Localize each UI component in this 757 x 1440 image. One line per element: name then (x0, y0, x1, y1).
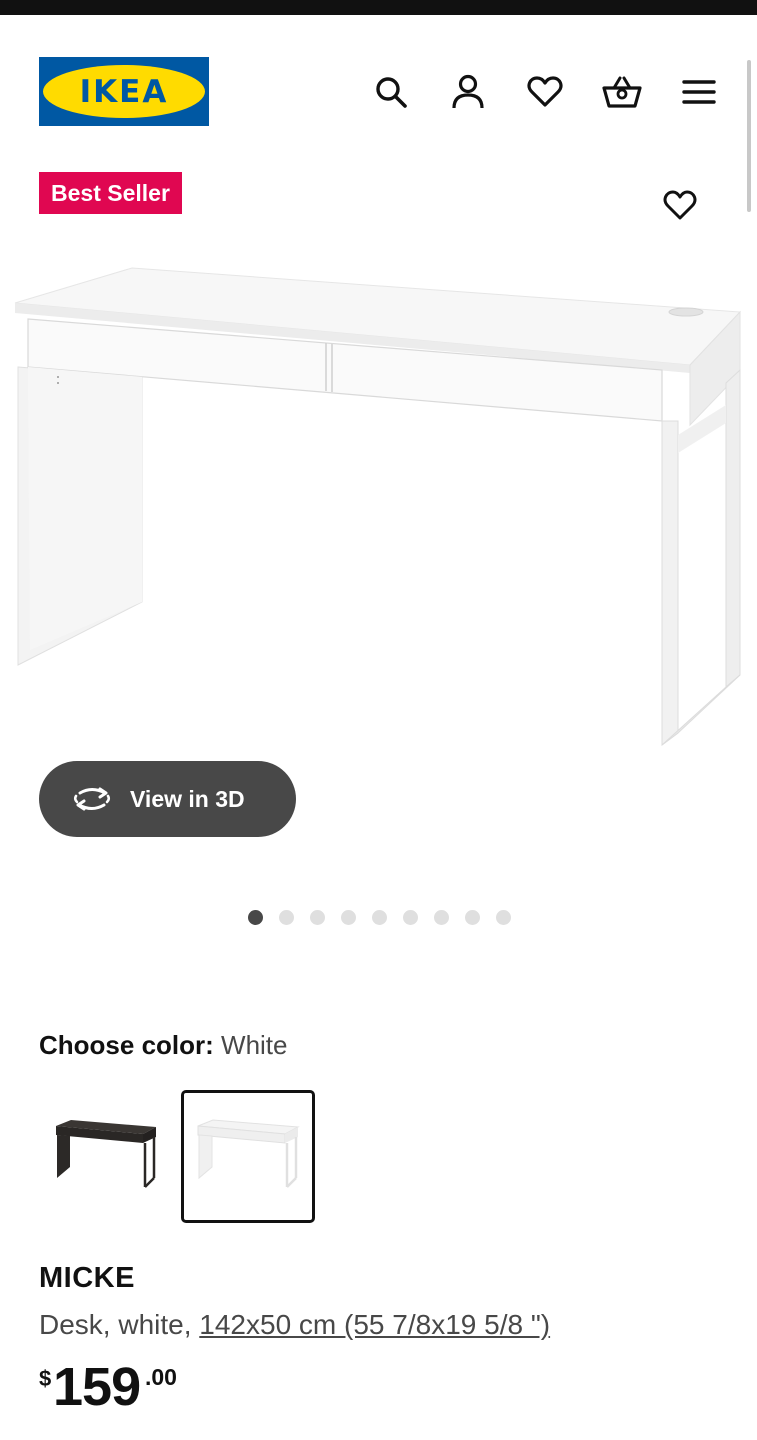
gallery-dot[interactable] (403, 910, 418, 925)
add-to-wishlist-button[interactable] (658, 186, 702, 230)
view-in-3d-button[interactable]: View in 3D (39, 761, 296, 837)
heart-icon[interactable] (525, 72, 565, 112)
selected-color-value: White (221, 1030, 288, 1060)
price-integer: 159 (53, 1357, 141, 1417)
heart-icon (663, 190, 697, 226)
price-currency: $ (39, 1366, 52, 1391)
basket-icon[interactable] (602, 72, 642, 112)
product-page: IKEA ® Best Seller View in 3D Choose col… (0, 0, 757, 1440)
account-icon[interactable] (448, 72, 488, 112)
logo-text: IKEA (79, 74, 169, 110)
product-image-desk-white[interactable] (0, 255, 757, 760)
scrollbar[interactable] (747, 60, 751, 212)
gallery-dot[interactable] (434, 910, 449, 925)
gallery-dot[interactable] (465, 910, 480, 925)
product-name: MICKE (39, 1262, 135, 1294)
registered-mark: ® (193, 70, 201, 79)
view-in-3d-label: View in 3D (130, 785, 245, 812)
status-bar (0, 0, 757, 15)
gallery-dot[interactable] (496, 910, 511, 925)
color-option-white[interactable] (181, 1090, 315, 1223)
gallery-dot[interactable] (310, 910, 325, 925)
ikea-logo[interactable]: IKEA ® (39, 57, 209, 126)
gallery-dot[interactable] (372, 910, 387, 925)
rotate-3d-icon (72, 784, 112, 814)
choose-color-row: Choose color: White (39, 1028, 288, 1062)
price-decimal: .00 (145, 1364, 177, 1390)
choose-color-label: Choose color: (39, 1030, 214, 1060)
gallery-pagination (248, 910, 511, 925)
product-type-text: Desk, white, (39, 1309, 200, 1340)
gallery-dot[interactable] (248, 910, 263, 925)
menu-icon[interactable] (679, 72, 719, 112)
search-icon[interactable] (371, 72, 411, 112)
best-seller-badge: Best Seller (39, 172, 182, 214)
color-option-black-brown[interactable] (39, 1090, 173, 1223)
product-description: Desk, white, 142x50 cm (55 7/8x19 5/8 ") (39, 1306, 550, 1344)
product-size-link[interactable]: 142x50 cm (55 7/8x19 5/8 ") (199, 1309, 550, 1340)
gallery-dot[interactable] (341, 910, 356, 925)
gallery-dot[interactable] (279, 910, 294, 925)
